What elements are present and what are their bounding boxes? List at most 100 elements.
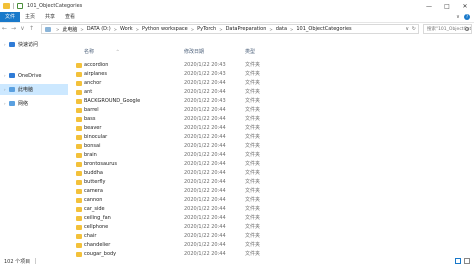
file-name: BACKGROUND_Google: [84, 98, 141, 104]
folder-icon: [76, 243, 82, 248]
nav-item-quick-access[interactable]: › 快速访问: [0, 39, 68, 50]
address-dropdown-icon[interactable]: ∨: [405, 25, 409, 34]
breadcrumb-separator: >: [269, 26, 273, 32]
file-date: 2020/1/22 20:43: [184, 71, 226, 77]
ribbon-tabs: 文件 主页 共享 查看 ∨ ?: [0, 12, 474, 22]
nav-item-label: 网络: [18, 101, 29, 107]
chevron-right-icon[interactable]: ›: [4, 101, 8, 106]
chevron-down-icon[interactable]: ∨: [455, 14, 461, 20]
file-name: bonsai: [84, 143, 101, 149]
tab-file[interactable]: 文件: [0, 12, 21, 22]
column-header-type[interactable]: 类型: [245, 47, 255, 57]
refresh-icon[interactable]: ↻: [412, 25, 416, 34]
file-name: brontosaurus: [84, 161, 118, 167]
nav-item-this-pc[interactable]: › 此电脑: [0, 84, 68, 95]
file-date: 2020/1/22 20:44: [184, 188, 226, 194]
column-header-name[interactable]: 名称: [84, 47, 94, 57]
file-type: 文件夹: [245, 224, 261, 230]
column-header-date[interactable]: 修改日期: [184, 47, 204, 57]
status-divider: [35, 258, 37, 264]
details-view-icon[interactable]: [455, 258, 461, 264]
folder-icon: [3, 3, 10, 9]
table-row[interactable]: cannon 2020/1/22 20:44 文件夹: [68, 196, 474, 205]
table-row[interactable]: chandelier 2020/1/22 20:44 文件夹: [68, 241, 474, 250]
breadcrumb-item[interactable]: DATA (D:): [87, 26, 111, 32]
breadcrumb-item[interactable]: data: [276, 26, 287, 32]
table-row[interactable]: camera 2020/1/22 20:44 文件夹: [68, 187, 474, 196]
table-row[interactable]: anchor 2020/1/22 20:44 文件夹: [68, 79, 474, 88]
table-row[interactable]: brain 2020/1/22 20:44 文件夹: [68, 151, 474, 160]
folder-icon: [76, 144, 82, 149]
up-button[interactable]: ↑: [27, 24, 36, 34]
title-bar: 101_ObjectCategories — □ ✕: [0, 0, 474, 12]
table-row[interactable]: brontosaurus 2020/1/22 20:44 文件夹: [68, 160, 474, 169]
address-bar[interactable]: > 此电脑 > DATA (D:) > Work > Python worksp…: [41, 24, 419, 34]
nav-item-network[interactable]: › 网络: [0, 98, 68, 109]
table-row[interactable]: binocular 2020/1/22 20:44 文件夹: [68, 133, 474, 142]
breadcrumb-current[interactable]: 101_ObjectCategories: [296, 26, 351, 32]
forward-button[interactable]: →: [9, 24, 18, 34]
file-type: 文件夹: [245, 134, 261, 140]
chevron-right-icon[interactable]: ›: [4, 73, 8, 78]
breadcrumb-item[interactable]: Python workspace: [142, 26, 188, 32]
title-divider: [13, 3, 14, 9]
search-box[interactable]: 搜索"101_ObjectCategories": [423, 24, 472, 34]
tab-share[interactable]: 共享: [40, 12, 60, 22]
table-row[interactable]: bass 2020/1/22 20:44 文件夹: [68, 115, 474, 124]
large-icons-view-icon[interactable]: [464, 258, 470, 264]
nav-item-label: 此电脑: [18, 87, 34, 93]
file-list: 名称 修改日期 类型 ^ accordion 2020/1/22 20:43 文件夹…: [68, 34, 474, 257]
chevron-right-icon[interactable]: ›: [4, 87, 8, 92]
nav-item-onedrive[interactable]: › OneDrive: [0, 70, 68, 81]
maximize-button[interactable]: □: [438, 0, 456, 12]
folder-icon: [76, 225, 82, 230]
file-name: butterfly: [84, 179, 106, 185]
table-row[interactable]: chair 2020/1/22 20:44 文件夹: [68, 232, 474, 241]
table-row[interactable]: barrel 2020/1/22 20:44 文件夹: [68, 106, 474, 115]
close-button[interactable]: ✕: [456, 0, 474, 12]
folder-icon: [76, 117, 82, 122]
folder-icon: [76, 234, 82, 239]
breadcrumb-item[interactable]: DataPreparation: [226, 26, 267, 32]
folder-icon: [76, 189, 82, 194]
breadcrumb-item[interactable]: 此电脑: [62, 26, 77, 33]
table-row[interactable]: bonsai 2020/1/22 20:44 文件夹: [68, 142, 474, 151]
tab-home[interactable]: 主页: [20, 12, 40, 22]
file-type: 文件夹: [245, 161, 261, 167]
network-icon: [9, 101, 15, 106]
file-date: 2020/1/22 20:44: [184, 152, 226, 158]
chevron-right-icon[interactable]: ›: [4, 42, 8, 47]
file-name: buddha: [84, 170, 103, 176]
quick-access-toolbar-icon[interactable]: [17, 3, 23, 9]
minimize-button[interactable]: —: [420, 0, 438, 12]
table-row[interactable]: ant 2020/1/22 20:44 文件夹: [68, 88, 474, 97]
table-row[interactable]: butterfly 2020/1/22 20:44 文件夹: [68, 178, 474, 187]
table-row[interactable]: cellphone 2020/1/22 20:44 文件夹: [68, 223, 474, 232]
file-name: cellphone: [84, 224, 109, 230]
breadcrumb-separator: >: [135, 26, 140, 32]
nav-item-label: OneDrive: [18, 72, 42, 79]
computer-icon: [9, 87, 15, 92]
file-name: beaver: [84, 125, 102, 131]
back-button[interactable]: ←: [0, 24, 9, 34]
table-row[interactable]: buddha 2020/1/22 20:44 文件夹: [68, 169, 474, 178]
table-row[interactable]: car_side 2020/1/22 20:44 文件夹: [68, 205, 474, 214]
file-date: 2020/1/22 20:43: [184, 98, 226, 104]
star-icon: [9, 42, 15, 47]
help-icon[interactable]: ?: [464, 14, 470, 20]
recent-locations-button[interactable]: ∨: [18, 24, 27, 34]
breadcrumb-item[interactable]: Work: [120, 26, 133, 32]
file-name: bass: [84, 116, 96, 122]
breadcrumb-item[interactable]: PyTorch: [197, 26, 216, 32]
file-type: 文件夹: [245, 71, 261, 77]
table-row[interactable]: airplanes 2020/1/22 20:43 文件夹: [68, 70, 474, 79]
folder-icon: [76, 108, 82, 113]
tab-view[interactable]: 查看: [60, 12, 80, 22]
search-icon: [465, 27, 469, 31]
table-row[interactable]: accordion 2020/1/22 20:43 文件夹: [68, 61, 474, 70]
file-date: 2020/1/22 20:44: [184, 224, 226, 230]
table-row[interactable]: BACKGROUND_Google 2020/1/22 20:43 文件夹: [68, 97, 474, 106]
table-row[interactable]: beaver 2020/1/22 20:44 文件夹: [68, 124, 474, 133]
folder-icon: [76, 63, 82, 68]
table-row[interactable]: ceiling_fan 2020/1/22 20:44 文件夹: [68, 214, 474, 223]
